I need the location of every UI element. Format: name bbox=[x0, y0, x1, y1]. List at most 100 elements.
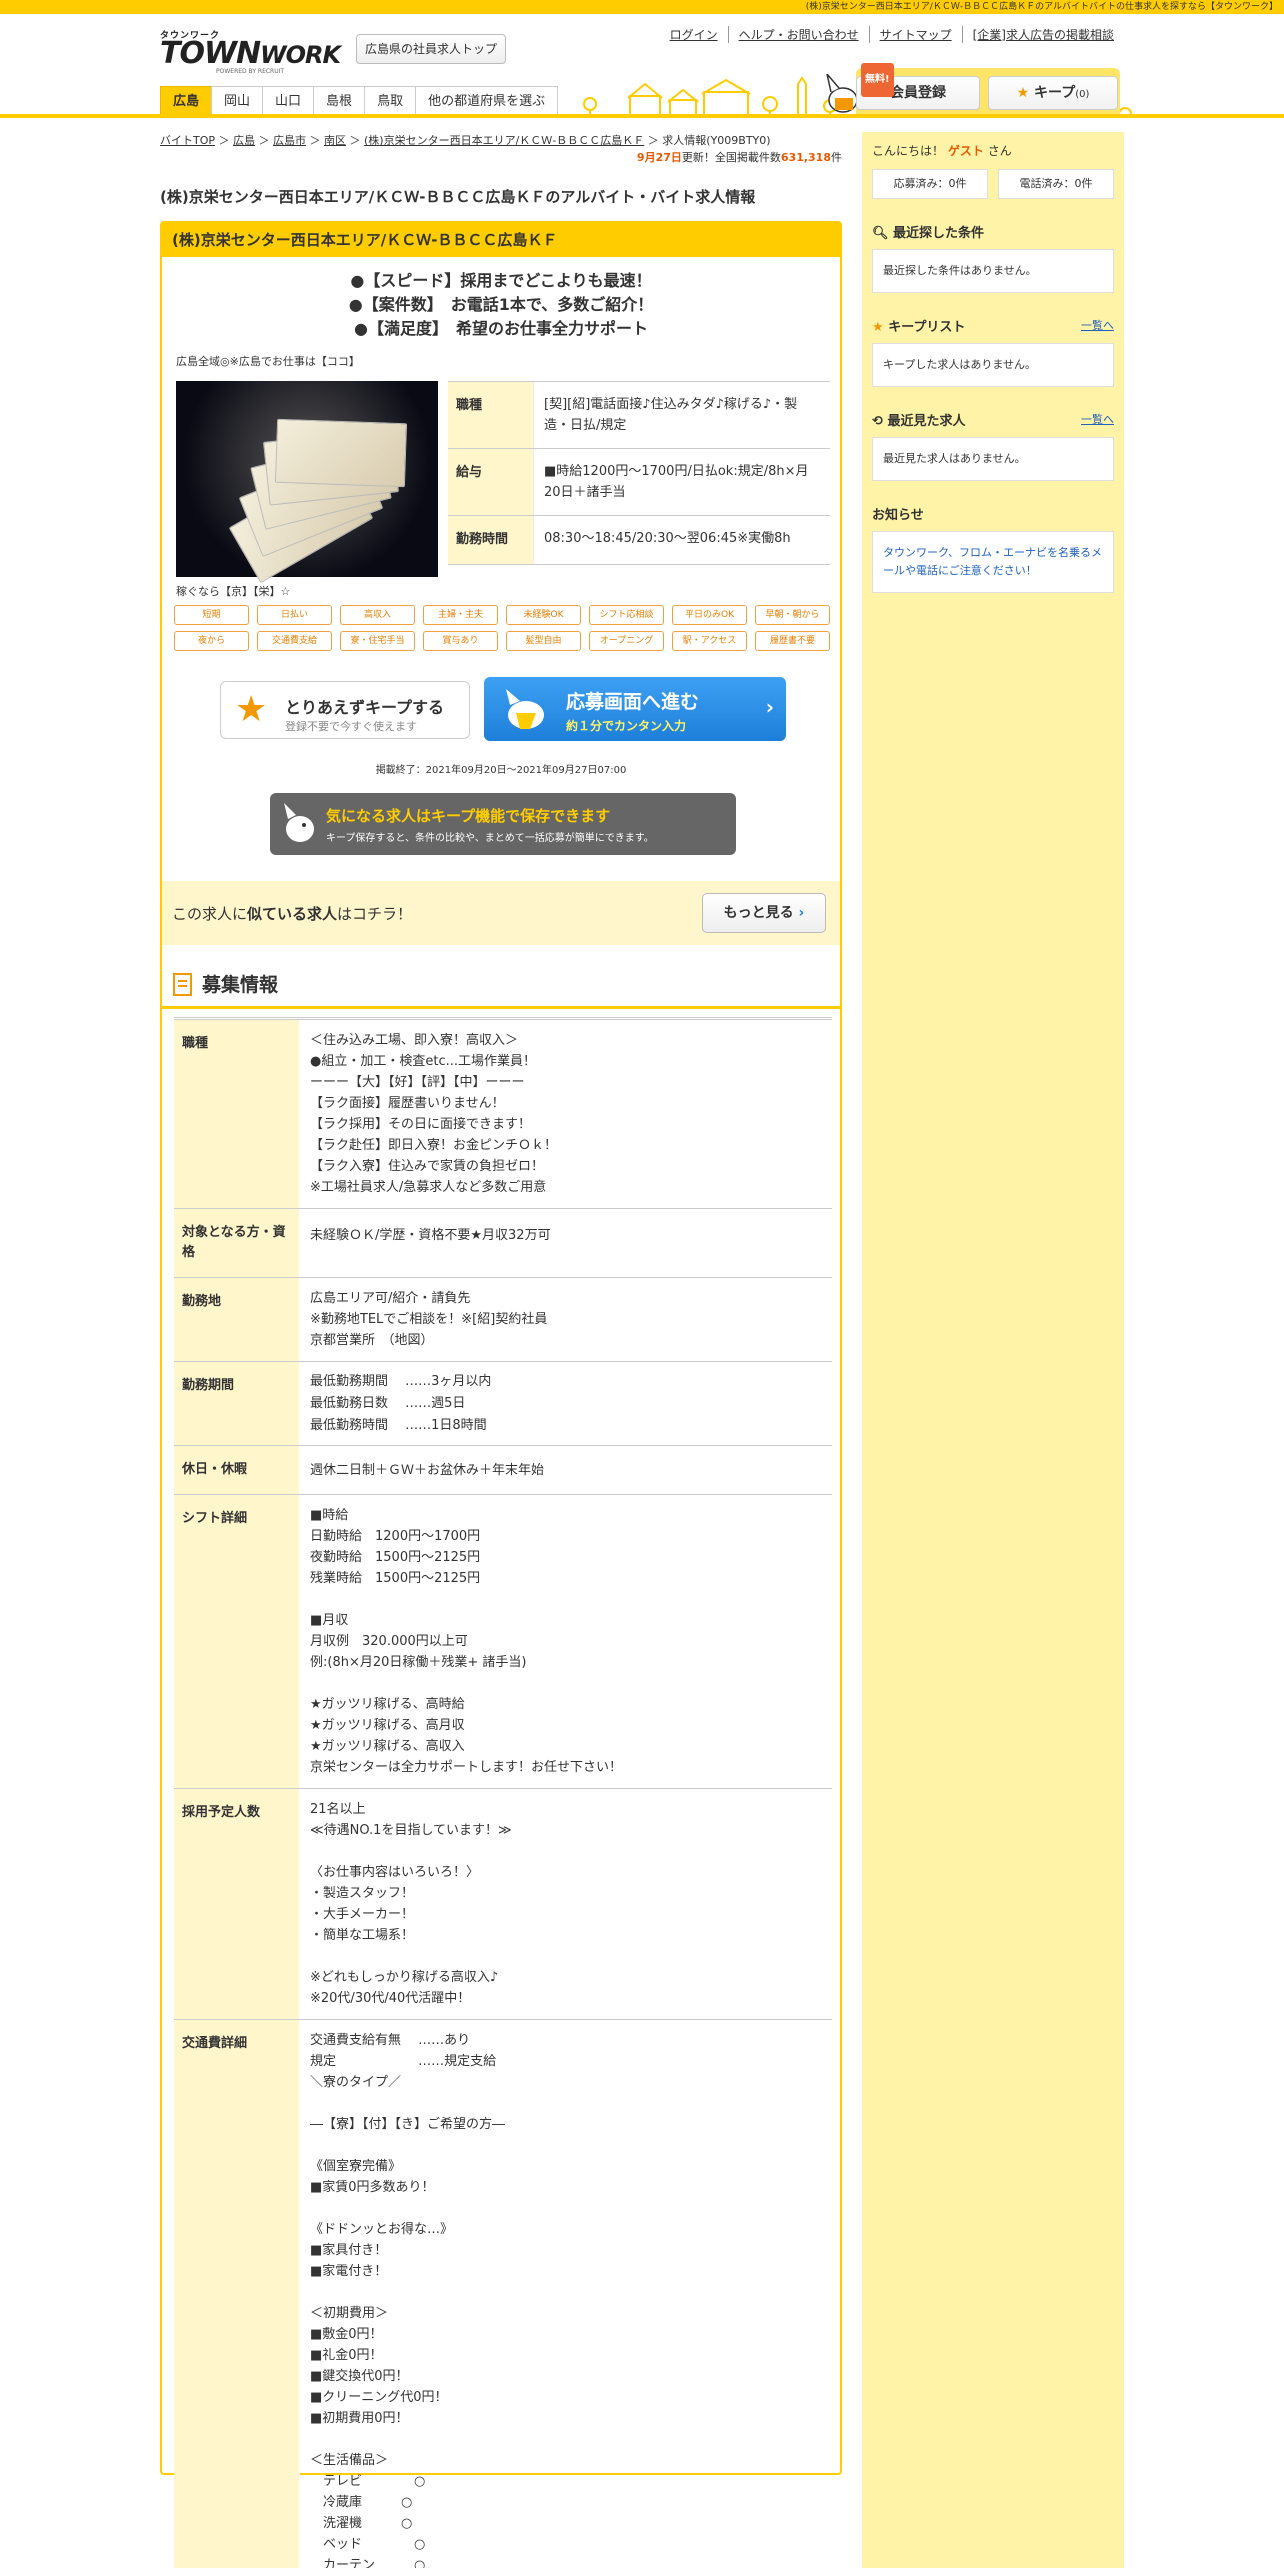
recruit-row: 勤務期間 最低勤務期間 ……3ヶ月以内 最低勤務日数 ……週5日 最低勤務時間 …… bbox=[174, 1362, 832, 1446]
similar-text: この求人に似ている求人はコチラ！ bbox=[172, 903, 412, 924]
header-links: ログイン ヘルプ・お問い合わせ サイトマップ [企業]求人広告の掲載相談 bbox=[660, 26, 1124, 43]
recruit-row: 交通費詳細 交通費支給有無 ……あり 規定 ……規定支給 ＼寮のタイプ／ ―【寮】… bbox=[174, 2020, 832, 2568]
apply-button[interactable]: 応募画面へ進む 約１分でカンタン入力 › bbox=[484, 677, 786, 741]
feature-tag: 主婦・主夫 bbox=[423, 605, 498, 625]
summary-value: [契][紹]電話面接♪住込みタダ♪稼げる♪・製造・日払/規定 bbox=[544, 397, 798, 433]
apply-button-sub: 約１分でカンタン入力 bbox=[566, 719, 687, 733]
feature-tag: シフト応相談 bbox=[589, 605, 664, 625]
logo-town: TOWN bbox=[160, 36, 261, 71]
sitemap-link[interactable]: サイトマップ bbox=[868, 26, 962, 43]
viewed-title-text: 最近見た求人 bbox=[887, 413, 966, 429]
keep-title-text: キープリスト bbox=[888, 319, 966, 335]
feature-tag: 日払い bbox=[257, 605, 332, 625]
recruit-label: 勤務地 bbox=[174, 1278, 300, 1361]
job-summary-table: 職種 [契][紹]電話面接♪住込みタダ♪稼げる♪・製造・日払/規定 給与 ■時給12… bbox=[448, 381, 830, 565]
recruit-title-text: 募集情報 bbox=[202, 974, 279, 996]
search-icon: 🔍︎ bbox=[872, 225, 889, 241]
notice-title-text: お知らせ bbox=[872, 507, 924, 523]
crumb-hiroshima-city[interactable]: 広島市 bbox=[273, 134, 306, 147]
similar-pre: この求人に bbox=[172, 905, 248, 923]
more-similar-button[interactable]: もっと見る › bbox=[702, 893, 826, 933]
recruit-row: 休日・休暇 週休二日制＋ＧＷ＋お盆休み＋年末年始 bbox=[174, 1446, 832, 1495]
similar-bold: 似ている求人 bbox=[247, 905, 338, 923]
greet-pre: こんにちは！ bbox=[872, 144, 945, 158]
logo-powered: POWERED BY RECRUIT bbox=[216, 68, 285, 75]
promo-title: 気になる求人はキープ機能で保存できます bbox=[326, 807, 611, 825]
sidebar-inner: こんにちは！ ゲスト さん 応募済み：0件 電話済み：0件 🔍︎ 最近探した条件… bbox=[872, 132, 1114, 593]
keep-promo-banner[interactable]: 気になる求人はキープ機能で保存できます キープ保存すると、条件の比較や、まとめて… bbox=[270, 793, 736, 855]
tab-other-prefectures[interactable]: 他の都道府県を選ぶ bbox=[415, 86, 559, 114]
keep-list-box: キープした求人はありません。 bbox=[872, 343, 1114, 387]
feature-tag: 交通費支給 bbox=[257, 631, 332, 651]
feature-tag: 平日のみOK bbox=[672, 605, 747, 625]
greet-post: さん bbox=[987, 144, 1012, 158]
recruit-table: 職種 ＜住み込み工場、即入寮！高収入＞ ●組立・加工・検査etc...工場作業員！… bbox=[174, 1017, 832, 2568]
logo-text: TOWNWORK bbox=[160, 39, 341, 69]
job-card: (株)京栄センター西日本エリア/ＫＣＷ-ＢＢＣＣ広島ＫＦ ●【スピード】採用まで… bbox=[160, 221, 842, 2568]
viewed-box: 最近見た求人はありません。 bbox=[872, 437, 1114, 481]
bird-mascot-icon bbox=[506, 689, 544, 729]
action-buttons: ★ とりあえずキープする 登録不要で今すぐ使えます 応募画面へ進む 約１分でカン… bbox=[220, 677, 786, 743]
register-label: 会員登録 bbox=[890, 85, 946, 101]
summary-value: ■時給1200円～1700円/日払ok:規定/8h×月20日＋諸手当 bbox=[544, 464, 809, 500]
recruit-section: 募集情報 職種 ＜住み込み工場、即入寮！高収入＞ ●組立・加工・検査etc...工… bbox=[162, 969, 840, 2568]
recruit-row: シフト詳細 ■時給 日勤時給 1200円～1700円 夜勤時給 1500円～212… bbox=[174, 1495, 832, 1789]
help-link[interactable]: ヘルプ・お問い合わせ bbox=[727, 26, 869, 43]
tab-yamaguchi[interactable]: 山口 bbox=[262, 86, 315, 114]
tab-tottori[interactable]: 鳥取 bbox=[364, 86, 417, 114]
recruit-value: 未経験ＯＫ/学歴・資格不要★月収32万可 bbox=[310, 1228, 551, 1243]
feature-tag: 髪型自由 bbox=[506, 631, 581, 651]
feature-tag: 寮・住宅手当 bbox=[340, 631, 415, 651]
member-box: 無料! 会員登録 ★ キープ(0) bbox=[856, 63, 1120, 114]
logo-work: WORK bbox=[260, 41, 341, 69]
similar-post: はコチラ！ bbox=[337, 905, 413, 923]
top-banner: (株)京栄センター西日本エリア/ＫＣＷ-ＢＢＣＣ広島ＫＦのアルバイトバイトの仕事… bbox=[0, 0, 1284, 14]
update-mid: 更新！全国掲載件数 bbox=[681, 151, 781, 164]
notice-box: タウンワーク、フロム・エーナビを名乗るメールや電話にご注意ください！ bbox=[872, 531, 1114, 593]
recruit-label: 休日・休暇 bbox=[174, 1446, 300, 1494]
feature-tag: 早朝・朝から bbox=[755, 605, 830, 625]
recruit-label: 対象となる方・資格 bbox=[174, 1209, 300, 1277]
feature-tag: 未経験OK bbox=[506, 605, 581, 625]
recruit-value: 21名以上 ≪待遇NO.1を目指しています！≫ 〈お仕事内容はいろいろ！〉 ・製… bbox=[310, 1802, 512, 2006]
townwork-logo[interactable]: タウンワーク TOWNWORK POWERED BY RECRUIT bbox=[160, 28, 341, 78]
prefecture-top-button[interactable]: 広島県の社員求人トップ bbox=[356, 34, 506, 64]
login-link[interactable]: ログイン bbox=[660, 26, 728, 43]
keep-button-label: とりあえずキープする bbox=[285, 698, 445, 717]
main-content: バイトTOP ＞ 広島 ＞ 広島市 ＞ 南区 ＞ (株)京栄センター西日本エリア… bbox=[160, 132, 842, 2568]
tab-shimane[interactable]: 島根 bbox=[313, 86, 366, 114]
keep-list-link[interactable]: 一覧へ bbox=[1081, 317, 1114, 333]
feature-tag: 短期 bbox=[174, 605, 249, 625]
bird-mascot-icon bbox=[284, 803, 314, 842]
register-button[interactable]: 無料! 会員登録 bbox=[856, 63, 980, 110]
summary-row: 勤務時間 08:30～18:45/20:30～翌06:45※実働8h bbox=[448, 515, 830, 565]
recruit-value: 最低勤務期間 ……3ヶ月以内 最低勤務日数 ……週5日 最低勤務時間 ……1日8… bbox=[310, 1374, 492, 1433]
tab-okayama[interactable]: 岡山 bbox=[211, 86, 264, 114]
appeal-point: ●【満足度】 希望のお仕事全力サポート bbox=[354, 319, 648, 338]
called-count: 電話済み：0件 bbox=[998, 169, 1114, 199]
free-badge: 無料! bbox=[861, 63, 894, 97]
tab-hiroshima[interactable]: 広島 bbox=[160, 86, 213, 114]
count-unit: 件 bbox=[831, 151, 842, 164]
photo-caption: 稼ぐなら【京】【栄】☆ bbox=[176, 585, 291, 598]
viewed-list-link[interactable]: 一覧へ bbox=[1081, 411, 1114, 427]
appeal-point: ●【案件数】 お電話1本で、多数ご紹介！ bbox=[348, 295, 654, 314]
crumb-hiroshima[interactable]: 広島 bbox=[233, 134, 255, 147]
company-ad-link[interactable]: [企業]求人広告の掲載相談 bbox=[961, 26, 1124, 43]
crumb-minami-ku[interactable]: 南区 bbox=[324, 134, 346, 147]
crumb-job-id: 求人情報(Y009BTY0) bbox=[662, 134, 771, 147]
recruit-row: 職種 ＜住み込み工場、即入寮！高収入＞ ●組立・加工・検査etc...工場作業員！… bbox=[174, 1020, 832, 1209]
crumb-baito-top[interactable]: バイトTOP bbox=[160, 134, 215, 147]
total-count: 631,318 bbox=[780, 151, 831, 164]
recruit-value[interactable]: 広島エリア可/紹介・請負先 ※勤務地TELでご相談を！※[紹]契約社員 京都営業… bbox=[300, 1278, 832, 1361]
promo-sub: キープ保存すると、条件の比較や、まとめて一括応募が簡単にできます。 bbox=[326, 833, 654, 844]
crumb-company[interactable]: (株)京栄センター西日本エリア/ＫＣＷ-ＢＢＣＣ広島ＫＦ bbox=[364, 134, 644, 147]
notice-link[interactable]: タウンワーク、フロム・エーナビを名乗るメールや電話にご注意ください！ bbox=[883, 546, 1102, 577]
recruit-row: 対象となる方・資格 未経験ＯＫ/学歴・資格不要★月収32万可 bbox=[174, 1209, 832, 1278]
recruit-value: 交通費支給有無 ……あり 規定 ……規定支給 ＼寮のタイプ／ ―【寮】【付】【き… bbox=[310, 2033, 506, 2568]
keep-button[interactable]: ★ とりあえずキープする 登録不要で今すぐ使えます bbox=[220, 681, 470, 739]
summary-label: 給与 bbox=[448, 449, 534, 515]
summary-row: 給与 ■時給1200円～1700円/日払ok:規定/8h×月20日＋諸手当 bbox=[448, 448, 830, 515]
keep-header-button[interactable]: ★ キープ(0) bbox=[988, 76, 1118, 110]
apply-button-label: 応募画面へ進む bbox=[566, 691, 700, 713]
